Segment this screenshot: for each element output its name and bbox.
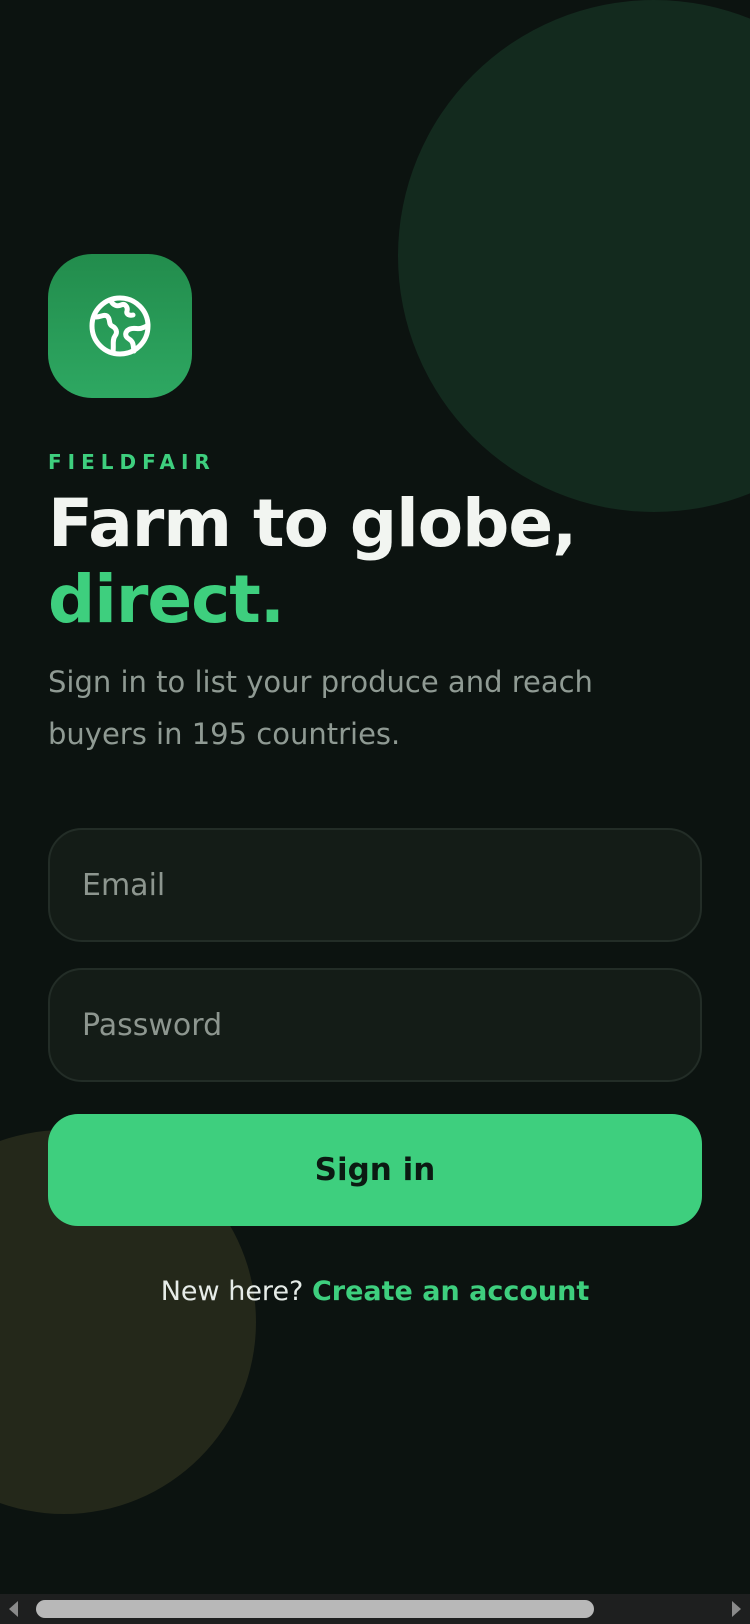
- create-account-link[interactable]: Create an account: [312, 1276, 589, 1307]
- app-logo: [48, 254, 192, 398]
- brand-name: FIELDFAIR: [48, 450, 216, 474]
- page-subtitle: Sign in to list your produce and reach b…: [48, 665, 593, 751]
- scrollbar-thumb[interactable]: [36, 1600, 594, 1618]
- page-headline: Farm to globe, direct.: [48, 486, 702, 638]
- headline-line-1: Farm to globe,: [48, 485, 577, 562]
- signup-prompt-text: New here?: [160, 1276, 304, 1307]
- signup-prompt-row: New here? Create an account: [48, 1274, 702, 1310]
- headline-line-2-accent: direct.: [48, 561, 285, 638]
- sign-in-screen: FIELDFAIR Farm to globe, direct. Sign in…: [0, 0, 750, 1624]
- globe-icon: [89, 295, 151, 357]
- email-field-container: [48, 828, 702, 942]
- scroll-left-arrow-icon[interactable]: [9, 1601, 18, 1617]
- email-field[interactable]: [82, 867, 700, 903]
- sign-in-button[interactable]: Sign in: [48, 1114, 702, 1226]
- password-field-container: [48, 968, 702, 1082]
- horizontal-scrollbar[interactable]: [0, 1594, 750, 1624]
- scroll-right-arrow-icon[interactable]: [732, 1601, 741, 1617]
- sign-in-content: FIELDFAIR Farm to globe, direct. Sign in…: [48, 254, 702, 1310]
- password-field[interactable]: [82, 1007, 700, 1043]
